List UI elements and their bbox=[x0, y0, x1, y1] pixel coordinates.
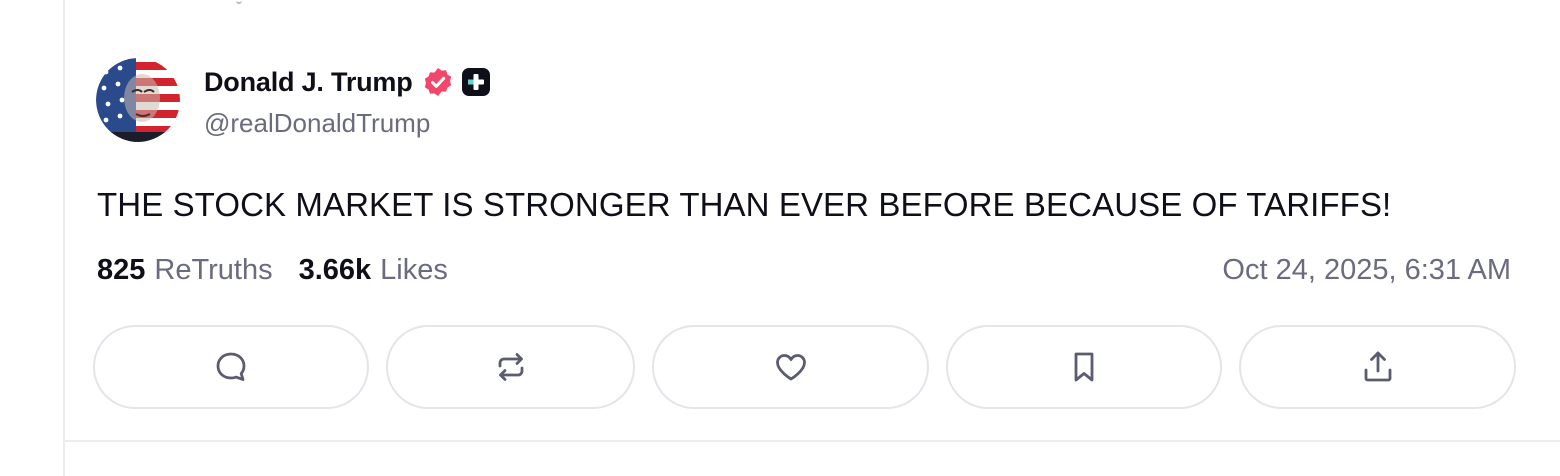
retruths-count[interactable]: 825 bbox=[97, 254, 145, 287]
column-divider bbox=[63, 0, 65, 476]
post-detail: Donald J. Trump @realDonaldTrump THE STO… bbox=[0, 0, 1560, 476]
post-divider bbox=[63, 440, 1560, 442]
likes-label[interactable]: Likes bbox=[380, 254, 448, 287]
post-timestamp: Oct 24, 2025, 6:31 AM bbox=[1222, 254, 1511, 286]
retruth-button[interactable] bbox=[386, 325, 635, 409]
previous-post-fragment bbox=[236, 0, 242, 4]
share-icon bbox=[1364, 351, 1391, 382]
verified-badge-icon bbox=[424, 68, 451, 96]
author-display-name[interactable]: Donald J. Trump bbox=[204, 67, 413, 98]
share-button[interactable] bbox=[1239, 325, 1516, 409]
avatar-image bbox=[96, 58, 180, 142]
truth-plus-badge-icon bbox=[461, 68, 490, 96]
retruths-label[interactable]: ReTruths bbox=[154, 254, 272, 287]
likes-count[interactable]: 3.66k bbox=[299, 254, 372, 287]
post-stats: 825 ReTruths 3.66k Likes bbox=[97, 254, 448, 287]
bookmark-icon bbox=[1074, 352, 1094, 382]
comment-icon bbox=[216, 352, 246, 381]
post-body-text: THE STOCK MARKET IS STRONGER THAN EVER B… bbox=[97, 186, 1392, 223]
author-handle[interactable]: @realDonaldTrump bbox=[204, 108, 430, 139]
heart-icon bbox=[775, 354, 806, 381]
avatar[interactable] bbox=[96, 58, 180, 142]
author-name-row: Donald J. Trump bbox=[204, 64, 490, 100]
reply-button[interactable] bbox=[93, 325, 369, 409]
like-button[interactable] bbox=[652, 325, 929, 409]
repost-icon bbox=[498, 353, 523, 381]
bookmark-button[interactable] bbox=[946, 325, 1222, 409]
